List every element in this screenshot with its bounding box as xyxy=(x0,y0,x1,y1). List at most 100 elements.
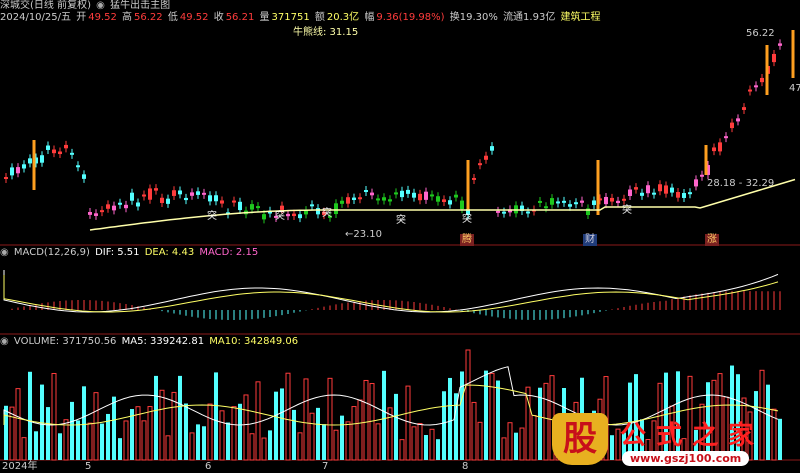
volume-bar xyxy=(28,371,32,460)
volume-bar xyxy=(207,403,213,461)
candle-body xyxy=(736,118,740,122)
volume-bar xyxy=(448,377,452,460)
candle-body xyxy=(382,197,386,201)
candle-body xyxy=(688,192,692,195)
volume-bar xyxy=(243,394,249,461)
volume-bar xyxy=(345,421,351,461)
event-badge-3[interactable]: 涨 xyxy=(705,234,719,246)
candle-body xyxy=(502,211,506,214)
stock-chart[interactable] xyxy=(0,0,800,473)
volume-bar xyxy=(333,429,339,461)
candle-body xyxy=(574,202,578,205)
volume-ma10: MA10: 342849.06 xyxy=(209,336,299,347)
candle-body xyxy=(154,188,158,191)
x-axis-label-jun: 6 xyxy=(205,461,212,472)
candle-body xyxy=(358,197,362,200)
volume-ma5: MA5: 339242.81 xyxy=(121,336,205,347)
macd-title[interactable]: MACD(12,26,9) xyxy=(14,247,90,258)
candle-body xyxy=(544,206,548,209)
volume-bar xyxy=(297,432,303,461)
volume-header: ◉ VOLUME: 371750.56 MA5: 339242.81 MA10:… xyxy=(0,336,300,348)
volume-bar xyxy=(268,430,272,460)
volume-bar xyxy=(322,424,326,460)
x-axis-label-jul: 7 xyxy=(322,461,329,472)
breakout-tag-5: 突 xyxy=(462,214,472,225)
volume-bar xyxy=(778,418,782,460)
candle-body xyxy=(610,197,614,202)
candle-body xyxy=(220,200,224,204)
volume-bar xyxy=(63,419,69,461)
candle-body xyxy=(700,174,704,177)
candle-body xyxy=(730,122,734,129)
candle-body xyxy=(634,187,638,190)
volume-bar xyxy=(118,438,122,460)
volume-bar xyxy=(280,388,284,460)
volume-bar xyxy=(327,377,333,461)
volume-bar xyxy=(87,422,93,461)
volume-bar xyxy=(249,433,255,461)
candle-body xyxy=(478,163,482,166)
candle-body xyxy=(28,158,32,164)
candle-body xyxy=(562,200,566,203)
volume-bar xyxy=(442,391,446,460)
volume-bar xyxy=(159,389,165,461)
candle-body xyxy=(394,192,398,195)
volume-bar xyxy=(46,407,50,460)
volume-bar xyxy=(15,388,21,461)
event-badge-2[interactable]: 财 xyxy=(583,234,597,246)
candle-body xyxy=(136,202,140,207)
candle-body xyxy=(424,191,428,200)
volume-bar xyxy=(292,409,296,460)
candle-body xyxy=(310,204,314,207)
volume-bar xyxy=(543,382,549,461)
candle-body xyxy=(454,194,458,198)
volume-bar xyxy=(285,372,291,461)
breakout-tag-3: 突 xyxy=(322,208,332,219)
candle-body xyxy=(118,202,122,205)
candle-body xyxy=(70,152,74,155)
volume-bar xyxy=(82,386,86,460)
candle-body xyxy=(184,197,188,201)
candle-body xyxy=(682,193,686,198)
volume-bar xyxy=(4,405,8,460)
candle-body xyxy=(412,192,416,198)
macd-header: ◉ MACD(12,26,9) DIF: 5.51 DEA: 4.43 MACD… xyxy=(0,247,260,259)
volume-bar xyxy=(112,396,116,460)
volume-bar xyxy=(202,426,206,460)
candle-body xyxy=(442,199,446,203)
candle-body xyxy=(292,213,296,217)
watermark-url: www.gszj100.com xyxy=(622,451,750,466)
candle-body xyxy=(256,206,260,209)
volume-bar xyxy=(76,420,80,460)
volume-bar xyxy=(460,371,464,460)
candle-body xyxy=(124,204,128,209)
candle-body xyxy=(640,192,644,196)
volume-bar xyxy=(394,393,398,460)
volume-bar xyxy=(507,422,513,461)
volume-bar xyxy=(238,403,242,460)
volume-title[interactable]: VOLUME: 371750.56 xyxy=(14,336,117,347)
volume-bar xyxy=(375,423,381,461)
volume-bar xyxy=(255,381,261,461)
volume-bar xyxy=(387,407,393,461)
volume-bar xyxy=(465,349,471,461)
candle-body xyxy=(208,195,212,202)
candle-body xyxy=(346,197,350,204)
volume-bar xyxy=(316,407,320,460)
volume-bar xyxy=(147,406,153,461)
candle-body xyxy=(280,205,284,210)
volume-bar xyxy=(21,437,27,461)
candle-body xyxy=(64,144,68,149)
candle-body xyxy=(580,200,584,203)
volume-bar xyxy=(538,387,542,460)
volume-bar xyxy=(417,423,423,461)
candle-body xyxy=(250,204,254,210)
volume-bar xyxy=(274,391,278,460)
volume-bar xyxy=(171,391,177,461)
candle-body xyxy=(238,201,242,211)
candle-body xyxy=(46,145,50,150)
watermark-brand: 公式之家 xyxy=(620,421,765,451)
event-badge-1[interactable]: 腾 xyxy=(460,234,474,246)
volume-icon: ◉ xyxy=(0,336,9,347)
volume-bar xyxy=(178,375,182,460)
